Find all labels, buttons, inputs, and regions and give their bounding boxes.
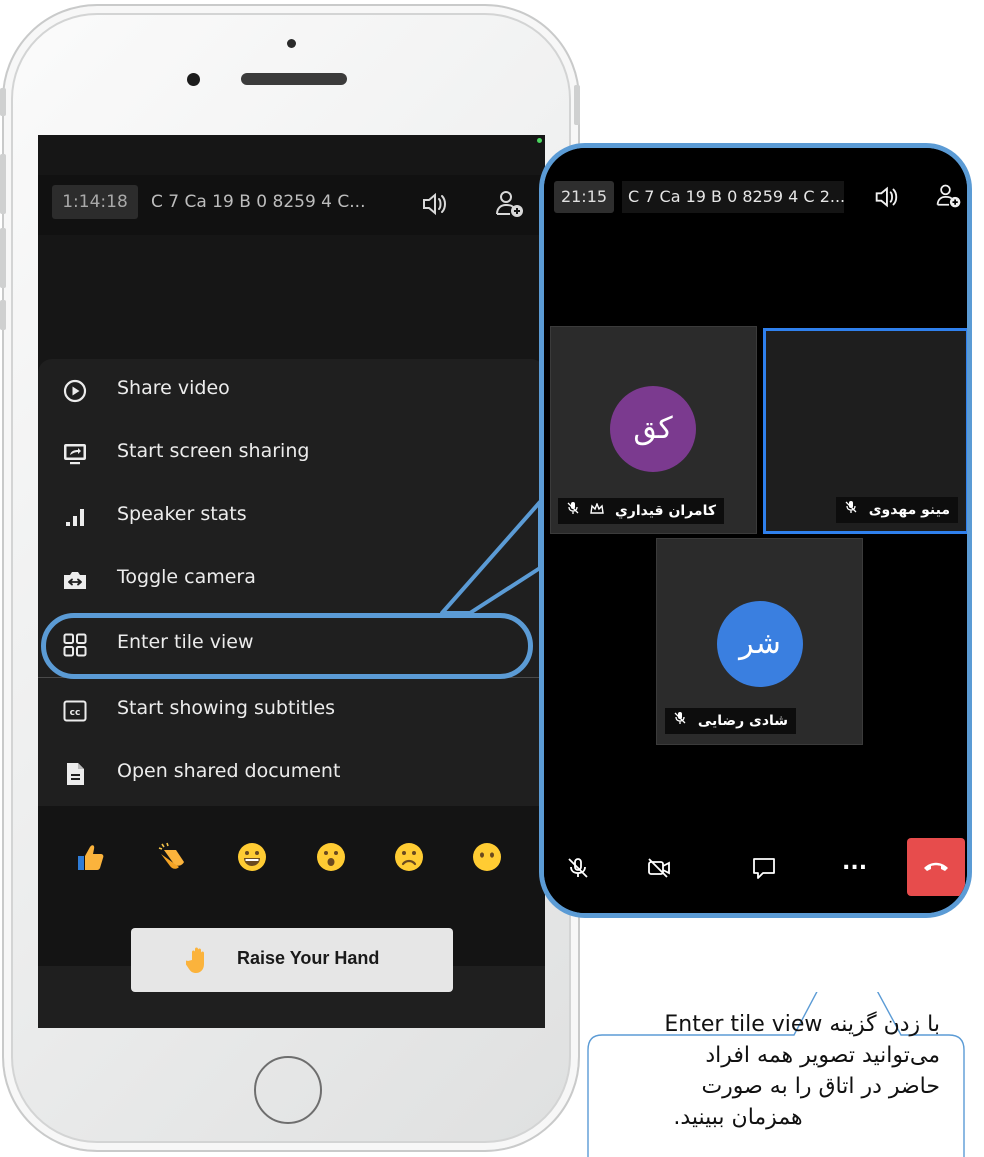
mic-muted-icon [673,708,687,734]
participant-name: مینو مهدوی [868,502,950,518]
thumbs-up-icon [78,845,104,870]
volume-up-button [0,154,6,214]
tile-view-highlight [41,613,533,679]
document-icon [67,763,84,785]
participant-name-tag: شادی رضایی [665,708,797,734]
mic-muted-icon [844,497,858,523]
reaction-surprised[interactable] [314,840,348,874]
avatar: شر [717,601,803,687]
overflow-menu-sheet: Share video Start screen sharing Speaker… [38,359,545,1028]
front-camera [187,73,200,86]
play-circle-icon [63,379,87,403]
closed-captions-icon: cc [63,700,87,722]
participant-tile-active[interactable]: مینو مهدوی [763,328,967,534]
speaker-icon[interactable] [419,189,449,219]
frowning-face-icon [395,843,423,871]
phone-screen: 1:14:18 C 7 Ca 19 B 0 8259 4 C... Share … [38,135,545,1028]
raised-hand-icon [186,947,204,973]
explanation-line: می‌توانید تصویر همه افراد [705,1043,940,1068]
participant-name-tag: كامران قيداري [558,498,724,524]
avatar: کق [610,386,696,472]
home-button[interactable] [254,1056,322,1124]
mic-muted-icon [566,498,580,524]
raise-hand-button[interactable]: Raise Your Hand [131,928,453,992]
reaction-frowning[interactable] [392,840,426,874]
menu-item-start-showing-subtitles[interactable]: cc Start showing subtitles [38,679,545,741]
camera-switch-icon [64,572,86,589]
participant-name-tag: مینو مهدوی [835,497,958,523]
participant-name: شادی رضایی [697,713,789,729]
explanation-line: حاضر در اتاق را به صورت [701,1074,940,1099]
reaction-grinning[interactable] [235,840,269,874]
mic-muted-icon[interactable] [566,856,590,880]
menu-item-toggle-camera[interactable]: Toggle camera [38,548,545,610]
menu-item-label: Start showing subtitles [117,697,336,719]
menu-item-label: Toggle camera [117,566,256,588]
tile-view-preview: 21:15 C 7 Ca 19 B 0 8259 4 C 2... کق كام… [539,143,972,918]
menu-item-label: Share video [117,377,230,399]
avatar-initials: شر [739,626,781,661]
phone-hangup-icon [924,862,948,871]
add-participant-icon[interactable] [935,182,963,210]
explanation-line: همزمان ببینید. [673,1105,803,1130]
proximity-sensor [287,39,296,48]
inset-call-timer: 21:15 [554,181,614,213]
menu-item-speaker-stats[interactable]: Speaker stats [38,485,545,547]
hangup-button[interactable] [907,838,965,896]
screen-share-icon [64,444,86,465]
participant-tile[interactable]: کق كامران قيداري [550,326,757,534]
menu-item-start-screen-sharing[interactable]: Start screen sharing [38,422,545,484]
chat-icon[interactable] [751,855,777,881]
camera-off-icon[interactable] [646,856,672,880]
participant-tile[interactable]: شر شادی رضایی [656,538,863,745]
conference-topbar: 1:14:18 C 7 Ca 19 B 0 8259 4 C... [38,175,545,235]
menu-item-share-video[interactable]: Share video [38,359,545,421]
menu-item-label: Open shared document [117,760,341,782]
face-without-mouth-icon [473,843,501,871]
svg-text:cc: cc [70,708,81,718]
crown-icon [590,498,604,524]
reaction-clap[interactable] [156,840,190,874]
menu-item-label: Speaker stats [117,503,247,525]
reaction-thumbs-up[interactable] [74,840,108,874]
side-button-lower [0,300,6,330]
grinning-face-icon [238,843,266,871]
explanation-text: با زدن گزینه Enter tile view می‌توانید ت… [596,1009,940,1133]
mute-switch [0,88,6,116]
avatar-initials: کق [633,411,673,446]
bar-chart-icon [66,509,84,526]
volume-down-button [0,228,6,288]
speaker-icon[interactable] [872,183,900,211]
raise-hand-label: Raise Your Hand [237,948,380,968]
status-indicator [537,138,542,143]
reaction-no-mouth[interactable] [470,840,504,874]
add-participant-icon[interactable] [494,188,526,220]
power-button [574,85,580,125]
earpiece-speaker [241,73,347,85]
clapping-hands-icon [158,842,184,869]
inset-toolbar: ... [544,838,967,913]
menu-item-open-shared-document[interactable]: Open shared document [38,742,545,804]
explanation-line: با زدن گزینه Enter tile view [664,1012,940,1037]
more-options-button[interactable]: ... [842,850,867,875]
menu-item-label: Start screen sharing [117,440,310,462]
inset-room-name: C 7 Ca 19 B 0 8259 4 C 2... [622,181,845,213]
inset-topbar: 21:15 C 7 Ca 19 B 0 8259 4 C 2... [544,148,967,248]
participant-name: كامران قيداري [614,503,716,519]
room-name: C 7 Ca 19 B 0 8259 4 C... [151,192,366,212]
surprised-face-icon [317,843,345,871]
call-timer: 1:14:18 [52,185,138,219]
